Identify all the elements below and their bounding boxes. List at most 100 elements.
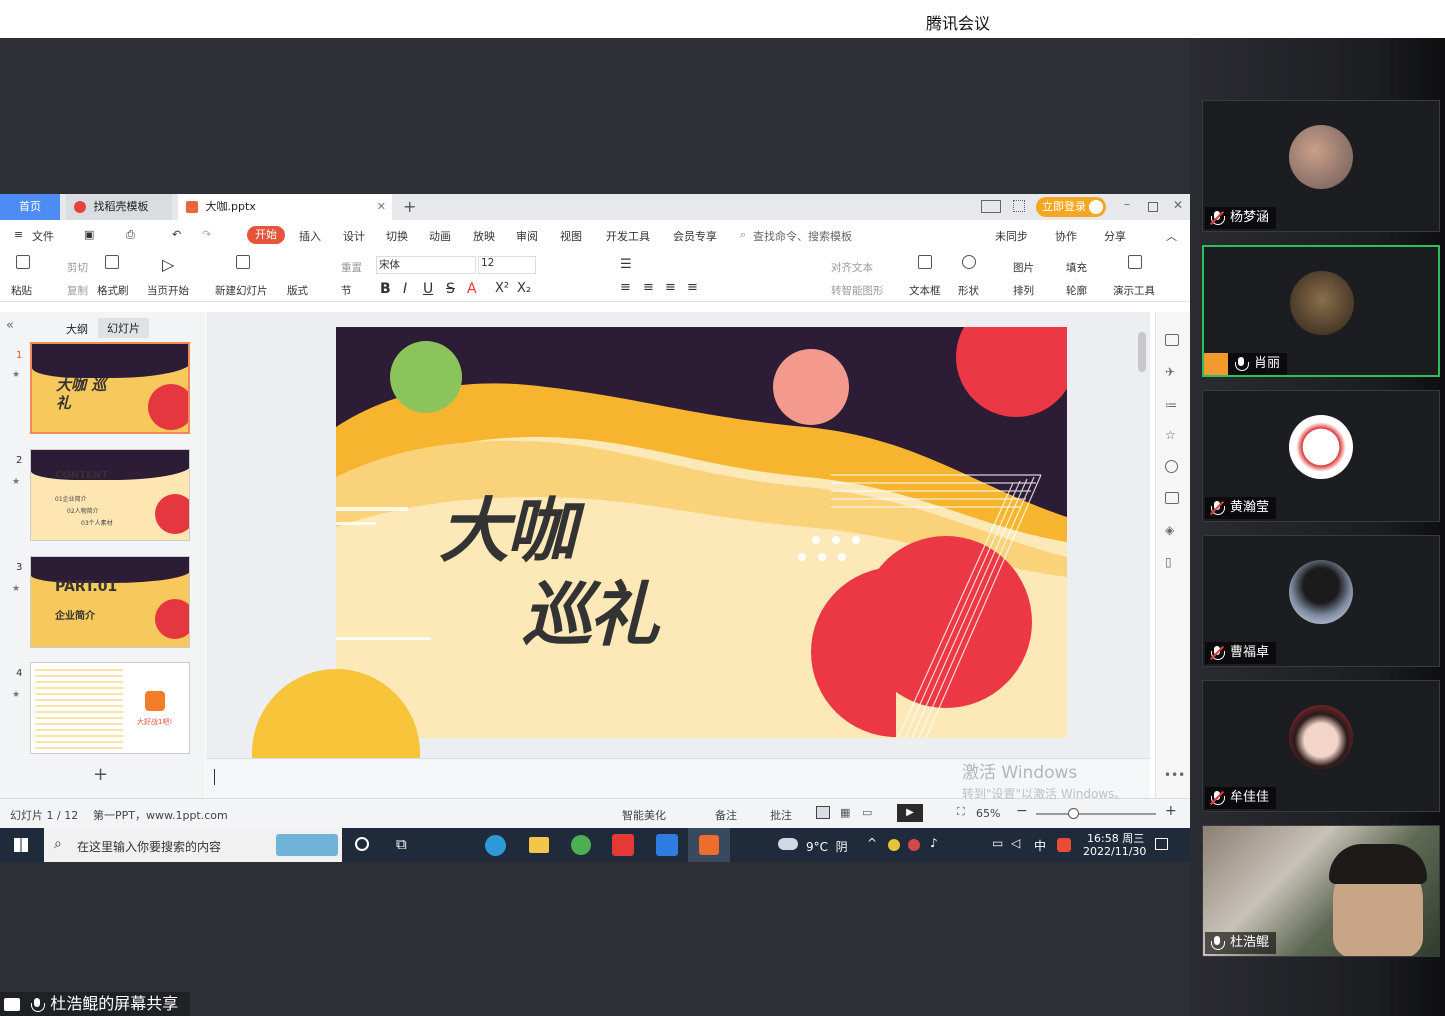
zoom-slider[interactable]	[1036, 813, 1156, 815]
normal-view-icon[interactable]	[816, 806, 830, 819]
clock-time[interactable]: 16:58 周三	[1087, 830, 1144, 846]
slide-thumbnail-4[interactable]: 大好战1吧!	[30, 662, 190, 754]
copy-button[interactable]: 复制	[67, 283, 88, 298]
fit-window-icon[interactable]: ⛶	[957, 805, 965, 819]
minimize-icon[interactable]: –	[1124, 197, 1130, 211]
hamburger-icon[interactable]: ≡	[14, 228, 23, 241]
shape-button[interactable]: 形状	[958, 283, 979, 298]
format-painter-icon[interactable]	[105, 255, 119, 269]
restore-icon[interactable]	[1148, 202, 1158, 212]
tab-template[interactable]: 找稻壳模板	[66, 194, 172, 220]
close-tab-icon[interactable]: ✕	[377, 194, 386, 220]
sorter-view-icon[interactable]: ▦	[840, 806, 850, 819]
font-size-select[interactable]: 12	[478, 256, 536, 274]
add-slide-icon[interactable]: +	[93, 764, 108, 785]
wps-office-icon[interactable]	[612, 834, 634, 856]
menu-file[interactable]: 文件	[32, 228, 54, 244]
clock-date[interactable]: 2022/11/30	[1083, 845, 1146, 858]
bold-icon[interactable]: B	[380, 281, 391, 297]
collapse-ribbon-icon[interactable]: ︿	[1166, 228, 1177, 244]
superscript-icon[interactable]: X²	[495, 281, 509, 296]
meeting-app-icon[interactable]	[656, 834, 678, 856]
slide-thumbnail-1[interactable]: 大咖 巡礼	[30, 342, 190, 434]
sync-status[interactable]: 未同步	[995, 228, 1028, 244]
grid-icon[interactable]	[1013, 200, 1025, 212]
slide-main[interactable]: 大咖 巡礼	[336, 327, 1067, 738]
tab-home[interactable]: 首页	[0, 194, 60, 220]
layout-button[interactable]: 版式	[287, 283, 308, 298]
weather-text[interactable]: 9°C 阴	[806, 838, 848, 855]
new-tab-icon[interactable]: +	[403, 197, 416, 216]
zoom-level[interactable]: 65%	[976, 807, 1000, 820]
play-icon[interactable]: ▷	[162, 255, 174, 274]
present-tools-icon[interactable]	[1128, 255, 1142, 269]
underline-icon[interactable]: U	[423, 281, 433, 297]
pin-icon[interactable]: ☆	[1165, 428, 1176, 442]
panel-tab-slides[interactable]: 幻灯片	[98, 318, 149, 338]
redo-icon[interactable]: ↷	[202, 228, 211, 241]
align-right-icon[interactable]: ≡	[665, 280, 676, 295]
menu-tab-insert[interactable]: 插入	[299, 228, 321, 244]
align-center-icon[interactable]: ≡	[643, 280, 654, 295]
outline-button[interactable]: 轮廓	[1066, 283, 1087, 298]
paste-button[interactable]: 粘贴	[11, 283, 32, 298]
browser-icon[interactable]	[571, 835, 591, 855]
picture-button[interactable]: 图片	[1013, 260, 1034, 275]
share-button[interactable]: 分享	[1104, 228, 1126, 244]
notification-icon[interactable]	[1155, 838, 1168, 850]
strikethrough-icon[interactable]: S	[446, 281, 455, 297]
participant-tile[interactable]: 黄瀚莹	[1202, 390, 1440, 522]
panel-tab-outline[interactable]: 大纲	[66, 321, 88, 337]
menu-tab-member[interactable]: 会员专享	[673, 228, 717, 244]
slide-thumbnail-2[interactable]: CONTENT 01企业简介 02人物简介 03个人素材	[30, 449, 190, 541]
cut-button[interactable]: 剪切	[67, 260, 88, 275]
participant-tile[interactable]: 曹福卓	[1202, 535, 1440, 667]
file-explorer-icon[interactable]	[529, 837, 549, 853]
textbox-icon[interactable]	[918, 255, 932, 269]
vertical-scrollbar[interactable]	[1138, 332, 1146, 372]
zoom-out-icon[interactable]: −	[1016, 803, 1028, 819]
print-icon[interactable]: ⎙	[126, 228, 135, 242]
menu-tab-slideshow[interactable]: 放映	[473, 228, 495, 244]
zoom-slider-handle[interactable]	[1068, 808, 1079, 819]
save-icon[interactable]: ▣	[84, 228, 94, 241]
new-slide-icon[interactable]	[236, 255, 250, 269]
ime-indicator[interactable]: 中	[1034, 837, 1046, 854]
align-left-icon[interactable]: ≡	[620, 280, 631, 295]
sliders-icon[interactable]: ≔	[1165, 398, 1177, 412]
arrange-button[interactable]: 排列	[1013, 283, 1034, 298]
bullet-list-icon[interactable]: ☰	[620, 257, 632, 272]
undo-icon[interactable]: ↶	[172, 228, 181, 241]
theme-name[interactable]: 第一PPT，www.1ppt.com	[93, 807, 228, 823]
comment-button[interactable]: 批注	[770, 807, 792, 823]
smart-shape-button[interactable]: 转智能图形	[831, 283, 884, 298]
justify-icon[interactable]: ≡	[687, 280, 698, 295]
participant-tile[interactable]: 牟佳佳	[1202, 680, 1440, 812]
image-tool-icon[interactable]	[1165, 492, 1179, 504]
tool-icon[interactable]	[1165, 334, 1179, 346]
beautify-button[interactable]: 智能美化	[622, 807, 666, 823]
more-icon[interactable]: •••	[1164, 768, 1185, 782]
help-icon[interactable]	[1165, 460, 1178, 473]
collab-button[interactable]: 协作	[1055, 228, 1077, 244]
menu-tab-animation[interactable]: 动画	[429, 228, 451, 244]
notes-button[interactable]: 备注	[715, 807, 737, 823]
taskbar-search[interactable]: ⌕ 在这里输入你要搜索的内容	[44, 828, 342, 862]
format-painter-button[interactable]: 格式刷	[97, 283, 129, 298]
fill-button[interactable]: 填充	[1066, 260, 1087, 275]
section-button[interactable]: 节	[341, 283, 352, 298]
play-from-current-button[interactable]: 当页开始	[147, 283, 189, 298]
menu-tab-review[interactable]: 审阅	[516, 228, 538, 244]
wps-presentation-icon[interactable]	[688, 828, 730, 862]
zoom-in-icon[interactable]: +	[1165, 803, 1177, 819]
menu-tab-view[interactable]: 视图	[560, 228, 582, 244]
reset-button[interactable]: 重置	[341, 260, 362, 275]
menu-tab-design[interactable]: 设计	[343, 228, 365, 244]
layout-icon[interactable]	[981, 200, 1001, 213]
login-button[interactable]: 立即登录	[1036, 197, 1106, 217]
windows-start-icon[interactable]	[14, 838, 28, 852]
close-window-icon[interactable]: ✕	[1173, 198, 1183, 212]
textbox-button[interactable]: 文本框	[909, 283, 941, 298]
slide-thumbnail-3[interactable]: PART.01 企业简介	[30, 556, 190, 648]
participant-tile-video[interactable]: 杜浩鲲	[1202, 825, 1440, 957]
